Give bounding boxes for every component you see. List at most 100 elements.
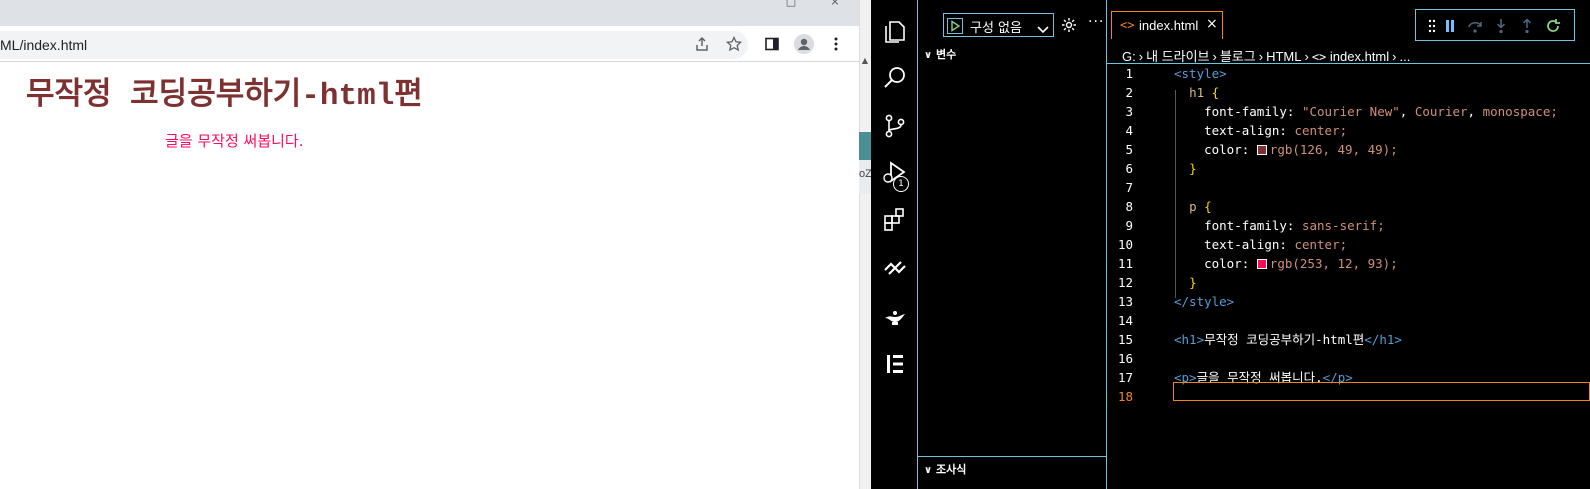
code-token: , bbox=[1399, 104, 1415, 119]
step-out-icon[interactable] bbox=[1518, 17, 1536, 35]
browser-window: □ × ML/index.html 무작정 코딩공부하기-html편 글을 무작… bbox=[0, 0, 859, 489]
more-actions-icon[interactable]: ··· bbox=[1088, 14, 1104, 30]
watch-header-label: 조사식 bbox=[936, 463, 967, 476]
code-line: 6 } bbox=[1107, 159, 1590, 178]
genie-lamp-icon[interactable] bbox=[881, 302, 909, 330]
code-token: <style> bbox=[1174, 66, 1227, 81]
line-code: } bbox=[1174, 159, 1197, 178]
code-token: text-align: bbox=[1204, 237, 1287, 252]
line-number: 6 bbox=[1125, 161, 1133, 176]
chevron-right-icon: › bbox=[1392, 49, 1397, 64]
search-icon[interactable] bbox=[881, 64, 909, 92]
start-debugging-icon[interactable] bbox=[947, 18, 963, 38]
line-number: 17 bbox=[1117, 370, 1133, 385]
code-line: 1 <style> bbox=[1107, 64, 1590, 83]
profile-avatar-icon[interactable] bbox=[794, 34, 814, 54]
line-number: 8 bbox=[1125, 199, 1133, 214]
line-code: color: rgb(126, 49, 49); bbox=[1174, 140, 1398, 159]
step-into-icon[interactable] bbox=[1492, 17, 1510, 35]
line-number: 2 bbox=[1125, 85, 1133, 100]
side-panel-icon[interactable] bbox=[762, 34, 782, 54]
breadcrumb-item-symbols[interactable]: ... bbox=[1399, 49, 1410, 64]
code-token: font-family: bbox=[1204, 218, 1295, 233]
chevron-down-icon[interactable] bbox=[1037, 20, 1049, 39]
drag-handle-icon[interactable] bbox=[1423, 17, 1441, 35]
remote-explorer-icon[interactable] bbox=[881, 254, 909, 282]
code-token: </style> bbox=[1174, 294, 1235, 309]
code-line: 7 bbox=[1107, 178, 1590, 197]
line-code: p { bbox=[1174, 197, 1212, 216]
step-over-icon[interactable] bbox=[1466, 17, 1484, 35]
line-number: 3 bbox=[1125, 104, 1133, 119]
line-code: h1 { bbox=[1174, 83, 1219, 102]
current-line-highlight bbox=[1173, 382, 1590, 401]
chevron-right-icon: › bbox=[1304, 49, 1309, 64]
code-token: </h1> bbox=[1364, 332, 1402, 347]
page-heading: 무작정 코딩공부하기-html편 bbox=[26, 79, 423, 114]
line-number: 7 bbox=[1125, 180, 1133, 195]
breadcrumb-item-file[interactable]: index.html bbox=[1330, 49, 1389, 64]
address-bar[interactable]: ML/index.html bbox=[0, 31, 748, 59]
tab-label: index.html bbox=[1139, 18, 1199, 33]
close-tab-icon[interactable]: × bbox=[1206, 16, 1218, 32]
line-code: <h1>무작정 코딩공부하기-html편</h1> bbox=[1174, 330, 1402, 349]
menu-kebab-icon[interactable] bbox=[826, 34, 846, 54]
chevron-right-icon: › bbox=[1138, 49, 1144, 64]
line-number: 12 bbox=[1117, 275, 1133, 290]
debug-config-selector[interactable]: 구성 없음 bbox=[943, 13, 1054, 37]
code-line: 3 font-family: "Courier New", Courier, m… bbox=[1107, 102, 1590, 121]
chevron-right-icon: › bbox=[1258, 49, 1264, 64]
address-url[interactable]: ML/index.html bbox=[0, 37, 87, 53]
watch-section-header[interactable]: ∨ 조사식 bbox=[924, 461, 966, 477]
code-token: h1 bbox=[1189, 85, 1205, 100]
close-window-icon[interactable]: × bbox=[828, 0, 842, 7]
source-control-icon[interactable] bbox=[881, 112, 909, 140]
debug-config-label: 구성 없음 bbox=[970, 21, 1022, 36]
code-token: } bbox=[1189, 161, 1197, 176]
code-token: sans-serif; bbox=[1301, 218, 1385, 233]
variables-section-header[interactable]: ∨ 변수 bbox=[924, 46, 956, 62]
breadcrumb-item-html-folder[interactable]: HTML bbox=[1266, 49, 1301, 64]
scroll-up-arrow-icon[interactable]: ▲ bbox=[860, 56, 870, 66]
maximize-icon[interactable]: □ bbox=[784, 0, 798, 7]
debug-sidebar: 구성 없음 ··· ∨ 변수 ∨ 조사식 bbox=[918, 0, 1107, 489]
restart-icon[interactable] bbox=[1544, 17, 1562, 35]
editor-area: <> index.html × G: › 내 드라이브 › 블로그 › HTML… bbox=[1107, 0, 1590, 489]
breadcrumb-item-blog[interactable]: 블로그 bbox=[1220, 49, 1256, 64]
line-number: 18 bbox=[1117, 389, 1133, 404]
code-token: center; bbox=[1294, 237, 1348, 252]
variables-header-label: 변수 bbox=[936, 48, 957, 61]
code-line: 11 color: rgb(253, 12, 93); bbox=[1107, 254, 1590, 273]
bookmark-star-icon[interactable] bbox=[724, 34, 744, 54]
code-token: { bbox=[1204, 199, 1212, 214]
line-number: 14 bbox=[1117, 313, 1133, 328]
html-file-icon: <> bbox=[1311, 50, 1327, 64]
color-swatch[interactable] bbox=[1256, 259, 1267, 269]
code-line: 14 bbox=[1107, 311, 1590, 330]
code-line: 10 text-align: center; bbox=[1107, 235, 1590, 254]
gear-icon[interactable] bbox=[1061, 17, 1077, 37]
extensions-icon[interactable] bbox=[881, 206, 909, 234]
browser-scrollbar[interactable] bbox=[859, 0, 871, 489]
line-code: color: rgb(253, 12, 93); bbox=[1174, 254, 1398, 273]
tab-index-html[interactable]: <> index.html × bbox=[1111, 11, 1223, 39]
color-swatch[interactable] bbox=[1256, 145, 1267, 155]
breadcrumb-item-my-drive[interactable]: 내 드라이브 bbox=[1146, 49, 1209, 64]
explorer-icon[interactable] bbox=[881, 18, 909, 46]
code-line: 9 font-family: sans-serif; bbox=[1107, 216, 1590, 235]
breadcrumb-item-drive[interactable]: G: bbox=[1122, 49, 1136, 64]
elementor-icon[interactable] bbox=[881, 350, 909, 378]
code-token: Courier bbox=[1414, 104, 1468, 119]
browser-titlebar: □ × bbox=[0, 0, 859, 26]
line-number: 11 bbox=[1117, 256, 1133, 271]
code-token: color: bbox=[1204, 256, 1250, 271]
pause-icon[interactable] bbox=[1441, 17, 1459, 35]
vscode-window: 1 구성 없음 ··· ∨ 변수 ∨ 조사식 <> index.html × G… bbox=[871, 0, 1590, 489]
line-number: 16 bbox=[1117, 351, 1133, 366]
chevron-down-icon: ∨ bbox=[924, 465, 933, 476]
line-number: 9 bbox=[1125, 218, 1133, 233]
line-code: font-family: "Courier New", Courier, mon… bbox=[1174, 102, 1558, 121]
page-paragraph: 글을 무작정 써봅니다. bbox=[165, 132, 304, 150]
code-token: "Courier New" bbox=[1301, 104, 1400, 119]
share-icon[interactable] bbox=[692, 34, 712, 54]
